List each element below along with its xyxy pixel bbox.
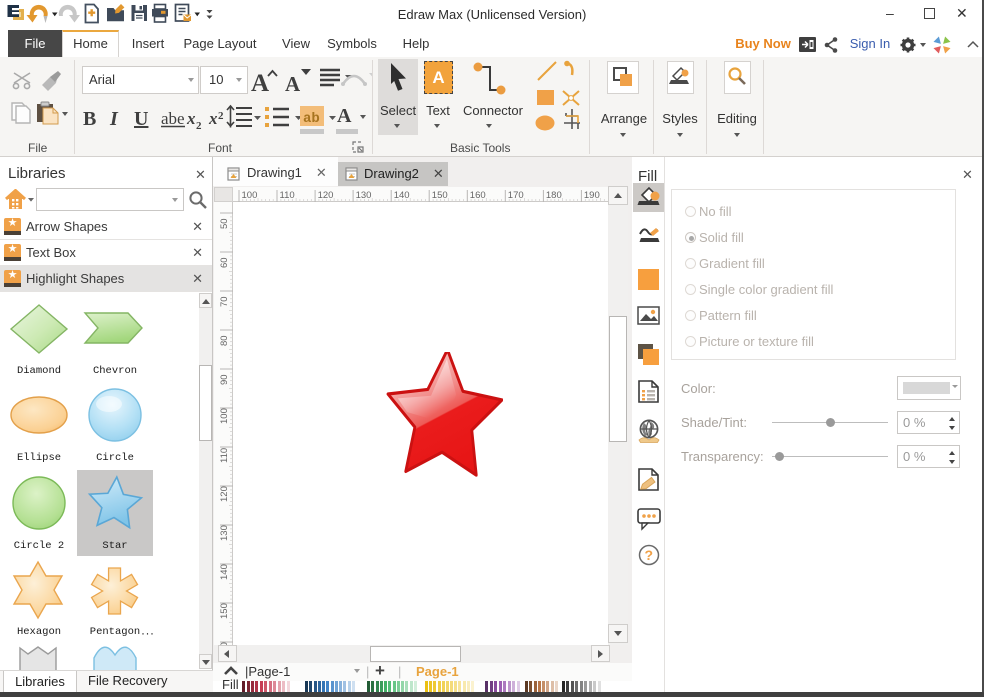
svg-text:140: 140 [219, 564, 230, 580]
svg-text:160: 160 [470, 190, 486, 201]
svg-text:U: U [134, 108, 148, 130]
svg-text:100: 100 [242, 190, 258, 201]
svg-text:x: x [208, 109, 218, 128]
svg-text:80: 80 [219, 335, 230, 346]
svg-text:190: 190 [584, 190, 600, 201]
svg-text:60: 60 [219, 257, 230, 268]
svg-text:2: 2 [196, 120, 202, 132]
svg-text:A: A [251, 70, 269, 97]
svg-text:100: 100 [219, 408, 230, 424]
svg-text:130: 130 [219, 525, 230, 541]
svg-text:120: 120 [318, 190, 334, 201]
svg-text:180: 180 [546, 190, 562, 201]
svg-text:130: 130 [356, 190, 372, 201]
svg-text:I: I [109, 108, 119, 130]
svg-text:abe: abe [161, 109, 185, 128]
svg-text:70: 70 [219, 296, 230, 307]
svg-text:110: 110 [219, 448, 230, 463]
svg-text:120: 120 [219, 486, 230, 502]
svg-text:170: 170 [508, 190, 524, 201]
svg-text:A: A [285, 72, 301, 96]
svg-text:2: 2 [218, 110, 224, 122]
svg-text:90: 90 [219, 374, 230, 385]
svg-text:150: 150 [219, 603, 230, 619]
svg-text:x: x [186, 109, 196, 128]
svg-text:B: B [83, 108, 96, 130]
svg-text:ab: ab [303, 111, 320, 127]
svg-text:150: 150 [432, 190, 448, 201]
svg-text:140: 140 [394, 190, 410, 201]
svg-text:50: 50 [219, 218, 230, 229]
svg-text:?: ? [645, 547, 654, 563]
